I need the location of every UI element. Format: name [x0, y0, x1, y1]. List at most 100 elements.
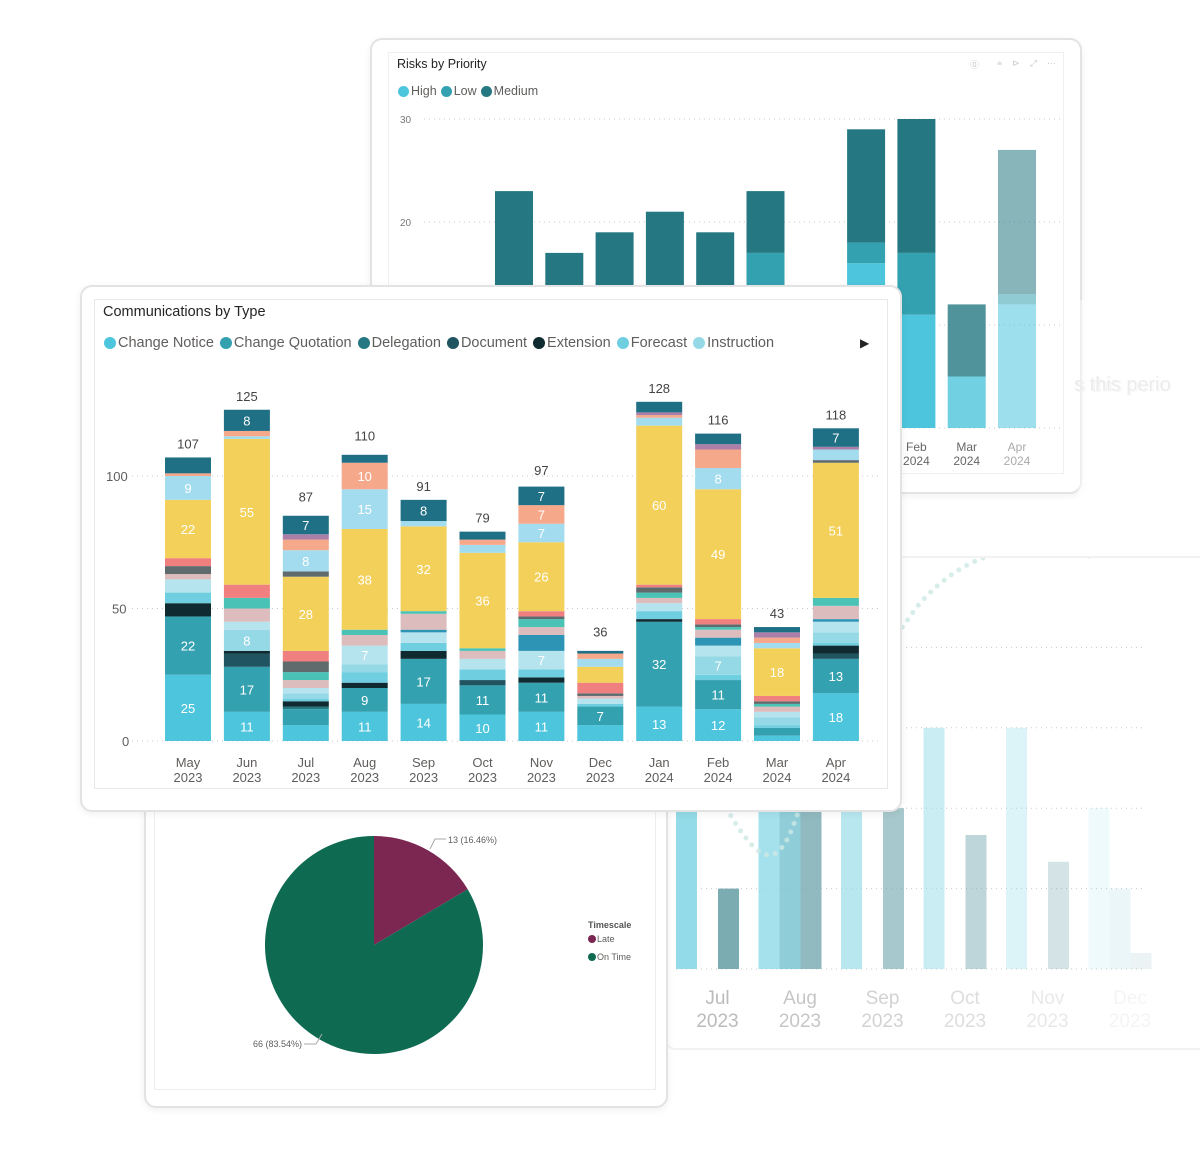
bar-segment	[812, 632, 859, 643]
background-faded-text: s this perio	[1074, 374, 1171, 396]
x-tick-label: 2023	[409, 770, 438, 785]
legend-item[interactable]: Late	[588, 934, 631, 944]
x-tick-label: Oct	[472, 755, 493, 770]
total-label: 116	[708, 413, 729, 428]
bar-segment	[165, 566, 211, 575]
x-tick-label: 2024	[704, 770, 733, 785]
bar-segment	[165, 592, 211, 604]
x-tick-label: Feb	[906, 440, 927, 454]
bar-segment	[812, 653, 859, 659]
bar-segment	[754, 717, 800, 726]
bar-segment	[812, 619, 859, 622]
legend-title: Timescale	[588, 920, 632, 930]
bar-segment	[223, 608, 270, 622]
bar-segment	[636, 597, 683, 604]
x-tick-label: Mar	[956, 440, 977, 454]
bar-segment	[577, 653, 624, 659]
x-tick-label: Aug	[353, 755, 376, 770]
bar-segment	[812, 460, 859, 463]
x-tick-label: Aug	[783, 988, 817, 1009]
bar-segment-high	[897, 314, 936, 428]
data-label: 51	[829, 523, 843, 538]
bar-segment	[812, 597, 859, 606]
bar-segment	[695, 637, 742, 646]
y-tick-label: 20	[400, 218, 412, 229]
x-tick-label: Apr	[826, 755, 847, 770]
bar-segment	[754, 627, 800, 633]
bar-segment	[812, 645, 859, 654]
bar-segment	[341, 682, 388, 688]
bar-segment	[754, 725, 800, 728]
bar-segment	[577, 658, 624, 667]
bar-segment-medium	[897, 119, 936, 253]
bar-segment	[400, 521, 447, 527]
timescale-legend: Timescale Late On Time	[588, 920, 631, 970]
background-bar	[1109, 888, 1131, 969]
x-tick-label: 2023	[1109, 1011, 1151, 1032]
data-label: 12	[711, 718, 725, 733]
bar-segment	[812, 642, 859, 646]
x-tick-label: Feb	[707, 755, 729, 770]
bar-segment	[518, 627, 565, 635]
data-label: 8	[420, 503, 427, 518]
bar-segment	[341, 629, 388, 635]
bar-segment	[636, 401, 683, 413]
data-label: 36	[475, 594, 489, 609]
data-label: 18	[829, 710, 843, 725]
bar-segment	[459, 539, 506, 545]
data-label: 8	[243, 633, 250, 648]
bar-segment	[636, 603, 683, 612]
bar-segment	[636, 584, 683, 588]
data-label: 14	[416, 715, 430, 730]
legend-item[interactable]: On Time	[588, 952, 631, 962]
x-tick-label: 2023	[586, 770, 615, 785]
background-bar	[1130, 952, 1152, 969]
bar-segment	[695, 433, 742, 445]
bar-segment-low	[998, 294, 1036, 305]
bar-segment	[577, 703, 624, 707]
data-label: 13	[652, 717, 666, 732]
bar-segment	[282, 571, 329, 577]
data-label: 9	[361, 693, 368, 708]
total-label: 43	[770, 606, 784, 621]
bar-segment	[165, 579, 211, 593]
bar-segment	[459, 544, 506, 553]
bar-segment	[165, 603, 211, 617]
legend-dot-icon	[588, 935, 596, 943]
bar-segment	[282, 688, 329, 694]
x-tick-label: Jan	[649, 755, 670, 770]
bar-segment	[459, 669, 506, 681]
data-label: 7	[538, 653, 545, 668]
bar-segment-low	[897, 252, 936, 315]
bar-segment	[636, 417, 683, 426]
timescale-card: 13 (16.46%) 66 (83.54%) Timescale Late On …	[144, 790, 668, 1108]
data-label: 17	[416, 674, 430, 689]
bar-segment	[400, 613, 447, 630]
x-tick-label: 2024	[763, 770, 792, 785]
bar-segment	[577, 682, 624, 694]
legend-label: On Time	[597, 952, 632, 962]
bar-segment	[165, 558, 211, 567]
legend-label: Late	[597, 934, 615, 944]
bar-segment	[754, 706, 800, 712]
bar-segment	[518, 616, 565, 620]
bar-segment	[577, 698, 624, 704]
slice-label: 13 (16.46%)	[448, 835, 497, 845]
bar-segment	[636, 415, 683, 418]
bar-segment	[754, 703, 800, 707]
data-label: 7	[538, 489, 545, 504]
bar-segment	[459, 650, 506, 659]
data-label: 32	[416, 562, 430, 577]
bar-segment	[577, 666, 624, 683]
bar-segment	[400, 642, 447, 651]
y-tick-label: 0	[122, 734, 129, 749]
x-tick-label: 2024	[821, 770, 850, 785]
x-tick-label: Sep	[866, 988, 900, 1009]
data-label: 11	[711, 688, 725, 703]
data-label: 11	[535, 690, 549, 705]
data-label: 7	[538, 526, 545, 541]
bar-segment	[577, 650, 624, 654]
background-bar	[1006, 727, 1027, 969]
x-tick-label: 2024	[1004, 454, 1031, 468]
total-label: 97	[534, 463, 548, 478]
